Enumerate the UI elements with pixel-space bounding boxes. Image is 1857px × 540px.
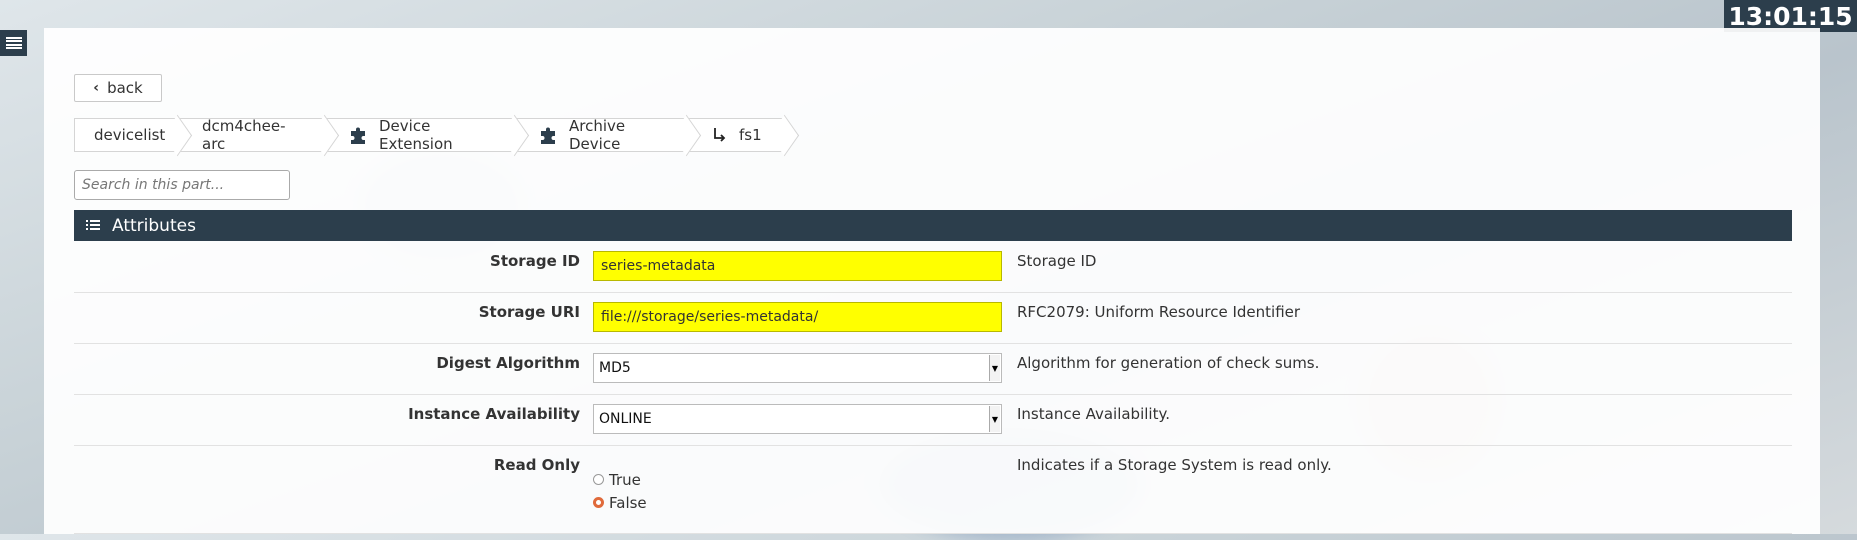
attribute-row-storage-uri: Storage URI file:///storage/series-metad… xyxy=(74,293,1792,344)
attribute-row-digest-algorithm: Digest Algorithm MD5 ▼ Algorithm for gen… xyxy=(74,344,1792,395)
storage-uri-label: Storage URI xyxy=(478,303,580,321)
chevron-down-icon[interactable]: ▼ xyxy=(989,355,1000,381)
storage-uri-description: RFC2079: Uniform Resource Identifier xyxy=(1017,303,1301,321)
instance-availability-label: Instance Availability xyxy=(408,405,580,423)
list-icon xyxy=(86,216,100,236)
storage-uri-input[interactable]: file:///storage/series-metadata/ xyxy=(593,302,1002,332)
breadcrumb-item-devicelist[interactable]: devicelist xyxy=(74,118,178,152)
read-only-label: Read Only xyxy=(493,456,580,474)
read-only-radio-group: True False xyxy=(593,468,647,514)
back-label: back xyxy=(107,79,143,97)
breadcrumb: devicelist dcm4chee-arc Device Extension… xyxy=(74,117,785,153)
puzzle-icon xyxy=(539,126,559,144)
instance-availability-value: ONLINE xyxy=(599,411,652,427)
digest-algorithm-description: Algorithm for generation of check sums. xyxy=(1017,354,1320,372)
radio-unchecked-icon[interactable] xyxy=(593,474,604,485)
menu-button[interactable] xyxy=(0,30,27,56)
read-only-false-option[interactable]: False xyxy=(593,491,647,514)
attribute-row-instance-availability: Instance Availability ONLINE ▼ Instance … xyxy=(74,395,1792,446)
attribute-row-read-only: Read Only True False Indicates if a Stor… xyxy=(74,446,1792,534)
attributes-title: Attributes xyxy=(112,215,196,236)
digest-algorithm-label: Digest Algorithm xyxy=(436,354,580,372)
chevron-left-icon: ‹ xyxy=(93,80,100,96)
attribute-row-storage-id: Storage ID series-metadata Storage ID xyxy=(74,242,1792,293)
hamburger-icon xyxy=(5,37,22,49)
instance-availability-select[interactable]: ONLINE ▼ xyxy=(593,404,1002,434)
breadcrumb-item-device-extension[interactable]: Device Extension xyxy=(325,117,515,153)
main-panel: ‹ back devicelist dcm4chee-arc Device Ex… xyxy=(44,28,1820,534)
storage-id-input[interactable]: series-metadata xyxy=(593,251,1002,281)
puzzle-icon xyxy=(349,126,369,144)
read-only-true-label: True xyxy=(609,470,641,489)
read-only-description: Indicates if a Storage System is read on… xyxy=(1017,456,1332,474)
arrow-down-right-icon xyxy=(711,126,729,144)
search-input[interactable] xyxy=(74,170,290,200)
digest-algorithm-select[interactable]: MD5 ▼ xyxy=(593,353,1002,383)
back-button[interactable]: ‹ back xyxy=(74,74,162,102)
breadcrumb-item-fs1[interactable]: fs1 xyxy=(687,118,785,152)
read-only-false-label: False xyxy=(609,493,647,512)
storage-id-label: Storage ID xyxy=(490,252,580,270)
digest-algorithm-value: MD5 xyxy=(599,360,631,376)
radio-checked-icon[interactable] xyxy=(593,497,604,508)
breadcrumb-item-dcm4chee-arc[interactable]: dcm4chee-arc xyxy=(178,117,325,153)
storage-id-description: Storage ID xyxy=(1017,252,1097,270)
attributes-list: Storage ID series-metadata Storage ID St… xyxy=(74,242,1792,534)
read-only-true-option[interactable]: True xyxy=(593,468,647,491)
attributes-header: Attributes xyxy=(74,210,1792,241)
instance-availability-description: Instance Availability. xyxy=(1017,405,1170,423)
chevron-down-icon[interactable]: ▼ xyxy=(989,406,1000,432)
breadcrumb-item-archive-device[interactable]: Archive Device xyxy=(515,117,687,153)
